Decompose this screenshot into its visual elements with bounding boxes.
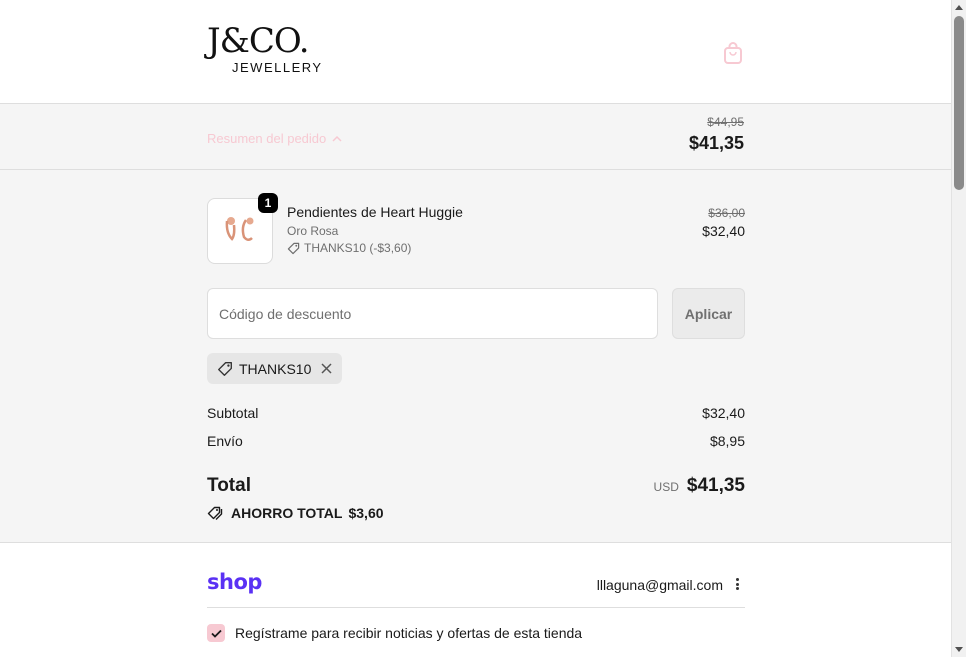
logo-main-text: J&CO. <box>207 21 310 61</box>
line-item: 1 Pendientes de Heart Huggie Oro Rosa TH… <box>207 193 745 264</box>
total-currency: USD <box>653 480 679 494</box>
vertical-scrollbar[interactable] <box>951 0 966 657</box>
tag-icon <box>287 242 300 254</box>
item-prices: $36,00 $32,40 <box>702 206 745 239</box>
shipping-row: Envío $8,95 <box>207 433 745 449</box>
account-email: lllaguna@gmail.com <box>596 577 723 593</box>
header: J&CO. JEWELLERY <box>0 0 951 104</box>
apply-discount-button[interactable]: Aplicar <box>672 288 745 339</box>
checkmark-icon <box>210 629 222 638</box>
subtotal-row: Subtotal $32,40 <box>207 405 745 421</box>
summary-prices: $44,95 $41,35 <box>689 115 744 154</box>
total-label: Total <box>207 475 251 496</box>
order-details: 1 Pendientes de Heart Huggie Oro Rosa TH… <box>0 170 951 543</box>
applied-discount-code: THANKS10 <box>239 360 312 377</box>
remove-discount-button[interactable] <box>321 363 332 374</box>
discount-code-input[interactable] <box>207 288 658 339</box>
close-icon <box>321 363 332 374</box>
product-variant: Oro Rosa <box>287 224 339 238</box>
store-logo[interactable]: J&CO. JEWELLERY <box>207 24 323 75</box>
total-row: Total USD $41,35 <box>207 475 745 497</box>
savings-value: $3,60 <box>348 505 384 521</box>
shopping-bag-icon[interactable] <box>722 41 744 65</box>
order-summary-label: Resumen del pedido <box>207 131 327 146</box>
chevron-up-icon <box>332 135 342 142</box>
checkout-page: J&CO. JEWELLERY Resumen del pedido $44,9… <box>0 0 951 657</box>
product-name: Pendientes de Heart Huggie <box>287 204 463 220</box>
item-info: Pendientes de Heart Huggie Oro Rosa THAN… <box>287 204 463 255</box>
summary-total: $41,35 <box>688 133 744 153</box>
total-value: $41,35 <box>686 475 745 496</box>
scrollbar-thumb[interactable] <box>954 16 964 190</box>
item-discount-text: THANKS10 (-$3,60) <box>304 241 412 255</box>
tag-icon <box>218 361 232 376</box>
subtotal-value: $32,40 <box>702 405 745 421</box>
total-savings: AHORRO TOTAL $3,60 <box>207 505 384 521</box>
item-original-price: $36,00 <box>708 206 745 220</box>
quantity-badge: 1 <box>258 193 278 213</box>
more-options-icon[interactable] <box>732 576 742 592</box>
product-thumbnail: 1 <box>207 193 278 264</box>
order-summary-bar: Resumen del pedido $44,95 $41,35 <box>0 104 951 170</box>
scroll-up-icon[interactable] <box>955 5 963 10</box>
summary-original-total: $44,95 <box>707 115 744 129</box>
tags-icon <box>207 506 223 520</box>
logo-sub-text: JEWELLERY <box>232 60 323 75</box>
shipping-value: $8,95 <box>709 433 745 449</box>
item-discount: THANKS10 (-$3,60) <box>287 241 463 255</box>
savings-label: AHORRO TOTAL <box>231 505 343 521</box>
newsletter-checkbox[interactable] <box>207 624 225 642</box>
newsletter-option[interactable]: Regístrame para recibir noticias y ofert… <box>207 624 582 642</box>
order-summary-toggle[interactable]: Resumen del pedido <box>207 131 342 146</box>
applied-discount-chip: THANKS10 <box>207 353 343 384</box>
shipping-label: Envío <box>207 433 243 449</box>
shop-logo: shop <box>207 570 262 594</box>
discount-form: Aplicar <box>207 288 745 339</box>
newsletter-label: Regístrame para recibir noticias y ofert… <box>235 625 583 641</box>
subtotal-label: Subtotal <box>207 405 259 421</box>
scroll-down-icon[interactable] <box>955 647 963 652</box>
item-price: $32,40 <box>702 223 745 239</box>
total-amount: USD $41,35 <box>654 475 745 497</box>
shop-account-row: shop lllaguna@gmail.com <box>207 570 745 608</box>
